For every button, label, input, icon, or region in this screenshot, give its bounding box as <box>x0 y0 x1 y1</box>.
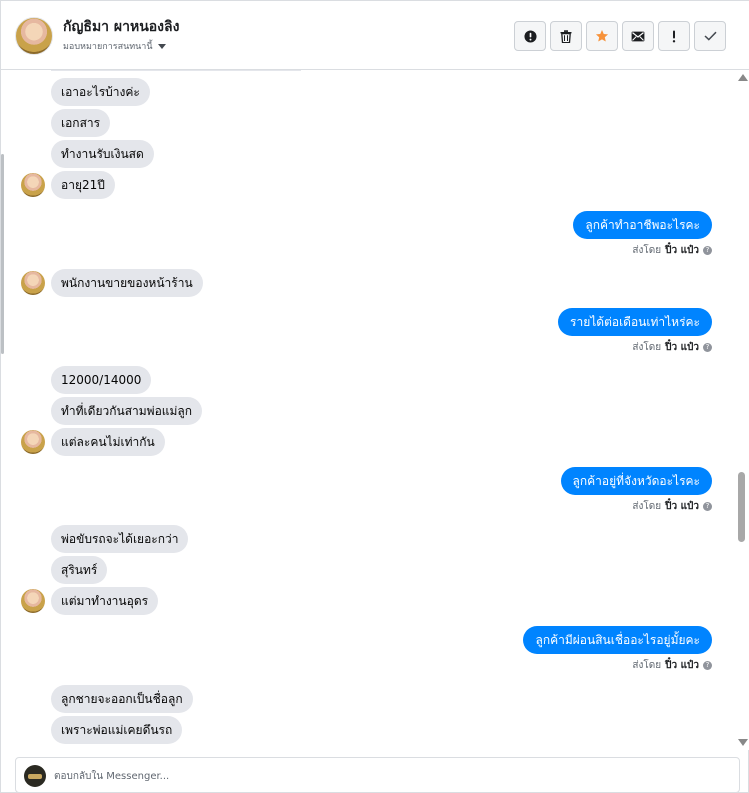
sender-name[interactable]: ปิ๋ว แป๋ว <box>665 499 699 514</box>
side-panel-edge <box>1 154 4 354</box>
contact-avatar[interactable] <box>15 17 53 55</box>
mark-done-button[interactable] <box>694 21 726 51</box>
outgoing-message[interactable]: ลูกค้าอยู่ที่จังหวัดอะไรคะ <box>560 467 712 495</box>
outgoing-message[interactable]: ลูกค้ามีผ่อนสินเชื่ออะไรอยู่มั้ยคะ <box>523 626 712 654</box>
contact-avatar-small[interactable] <box>21 589 45 613</box>
sent-by-label: ส่งโดย ปิ๋ว แป๋ว? <box>632 340 712 355</box>
incoming-message[interactable]: พ่อขับรถจะได้เยอะกว่า <box>51 525 189 553</box>
contact-name[interactable]: กัญธิมา ผาหนองลิง <box>63 16 179 38</box>
divider <box>51 70 301 71</box>
star-icon <box>595 30 609 42</box>
sent-by-label: ส่งโดย ปิ๋ว แป๋ว? <box>632 658 712 673</box>
conversation-header: กัญธิมา ผาหนองลิง มอบหมายการสนทนานี้ <box>1 1 749 70</box>
incoming-message[interactable]: แต่มาทำงานอุดร <box>51 587 159 615</box>
chevron-down-icon <box>157 43 166 49</box>
checkmark-icon <box>703 31 717 41</box>
sent-by-label: ส่งโดย ปิ๋ว แป๋ว? <box>632 499 712 514</box>
incoming-message[interactable]: ทำที่เดียวกันสามพ่อแม่ลูก <box>51 397 203 425</box>
assign-label: มอบหมายการสนทนานี้ <box>63 42 153 52</box>
incoming-message[interactable]: ลูกชายจะออกเป็นชื่อลูก <box>51 685 193 713</box>
contact-avatar-small[interactable] <box>21 271 45 295</box>
sent-by-prefix: ส่งโดย <box>632 245 662 256</box>
outgoing-message[interactable]: ลูกค้าทำอาชีพอะไรคะ <box>573 211 712 239</box>
sent-by-prefix: ส่งโดย <box>632 342 662 353</box>
sent-by-label: ส่งโดย ปิ๋ว แป๋ว? <box>632 243 712 258</box>
incoming-message[interactable]: เอกสาร <box>51 109 111 137</box>
scroll-down-arrow-icon[interactable] <box>738 739 748 746</box>
question-circle-icon[interactable]: ? <box>703 343 712 352</box>
sender-name[interactable]: ปิ๋ว แป๋ว <box>665 243 699 258</box>
incoming-message[interactable]: สุรินทร์ <box>51 556 108 584</box>
scroll-up-arrow-icon[interactable] <box>738 74 748 81</box>
contact-avatar-small[interactable] <box>21 430 45 454</box>
follow-up-button[interactable] <box>658 21 690 51</box>
incoming-message[interactable]: 12000/14000 <box>51 366 152 394</box>
assign-conversation-dropdown[interactable]: มอบหมายการสนทนานี้ <box>63 39 166 53</box>
incoming-message[interactable]: เพราะพ่อแม่เคยดึนรถ <box>51 716 183 744</box>
sent-by-prefix: ส่งโดย <box>632 501 662 512</box>
exclamation-icon <box>672 30 676 42</box>
incoming-message[interactable]: เอาอะไรบ้างค่ะ <box>51 78 150 106</box>
scrollbar-thumb[interactable] <box>738 472 745 542</box>
question-circle-icon[interactable]: ? <box>703 661 712 670</box>
star-button[interactable] <box>586 21 618 51</box>
thread-scrollbar[interactable] <box>734 70 749 750</box>
sender-name[interactable]: ปิ๋ว แป๋ว <box>665 340 699 355</box>
mark-unread-button[interactable] <box>622 21 654 51</box>
alert-circle-icon <box>523 29 537 43</box>
reply-input[interactable] <box>54 766 714 786</box>
incoming-message[interactable]: ทำงานรับเงินสด <box>51 140 154 168</box>
header-actions <box>514 21 726 51</box>
sent-by-prefix: ส่งโดย <box>632 660 662 671</box>
sender-name[interactable]: ปิ๋ว แป๋ว <box>665 658 699 673</box>
incoming-message[interactable]: พนักงานขายของหน้าร้าน <box>51 269 203 297</box>
incoming-message[interactable]: แต่ละคนไม่เท่ากัน <box>51 428 165 456</box>
report-spam-button[interactable] <box>514 21 546 51</box>
trash-icon <box>560 29 572 43</box>
question-circle-icon[interactable]: ? <box>703 502 712 511</box>
contact-avatar-small[interactable] <box>21 173 45 197</box>
reply-composer[interactable] <box>15 757 740 793</box>
conversation-panel: กัญธิมา ผาหนองลิง มอบหมายการสนทนานี้ เอา… <box>0 0 749 793</box>
incoming-message[interactable]: อายุ21ปี <box>51 171 115 199</box>
envelope-icon <box>631 31 645 41</box>
outgoing-message[interactable]: รายได้ต่อเดือนเท่าไหร่คะ <box>558 308 712 336</box>
question-circle-icon[interactable]: ? <box>703 246 712 255</box>
page-avatar <box>24 765 46 787</box>
delete-button[interactable] <box>550 21 582 51</box>
message-thread[interactable]: เอาอะไรบ้างค่ะเอกสารทำงานรับเงินสดอายุ21… <box>1 70 734 750</box>
